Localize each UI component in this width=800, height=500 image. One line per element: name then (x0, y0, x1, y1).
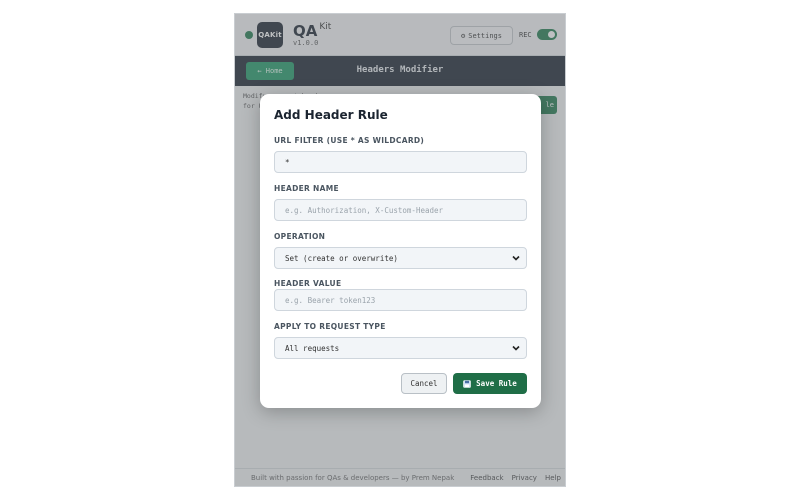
save-disk-icon (463, 379, 471, 388)
operation-selected: Set (create or overwrite) (285, 254, 398, 263)
header-value-input[interactable] (274, 289, 527, 311)
header-name-input[interactable] (274, 199, 527, 221)
request-type-label: APPLY TO REQUEST TYPE (274, 322, 386, 331)
save-rule-label: Save Rule (476, 379, 517, 388)
url-filter-label: URL FILTER (USE * AS WILDCARD) (274, 136, 425, 145)
dialog-title: Add Header Rule (274, 108, 388, 122)
url-filter-input[interactable] (274, 151, 527, 173)
request-type-selected: All requests (285, 344, 340, 353)
operation-select[interactable]: Set (create or overwrite) (274, 247, 527, 269)
chevron-down-icon (512, 255, 520, 261)
cancel-button[interactable]: Cancel (401, 373, 447, 394)
header-value-label: HEADER VALUE (274, 279, 342, 288)
header-name-label: HEADER NAME (274, 184, 339, 193)
chevron-down-icon (512, 345, 520, 351)
request-type-select[interactable]: All requests (274, 337, 527, 359)
add-header-rule-dialog: Add Header Rule URL FILTER (USE * AS WIL… (260, 94, 541, 408)
operation-label: OPERATION (274, 232, 326, 241)
save-rule-button[interactable]: Save Rule (453, 373, 527, 394)
